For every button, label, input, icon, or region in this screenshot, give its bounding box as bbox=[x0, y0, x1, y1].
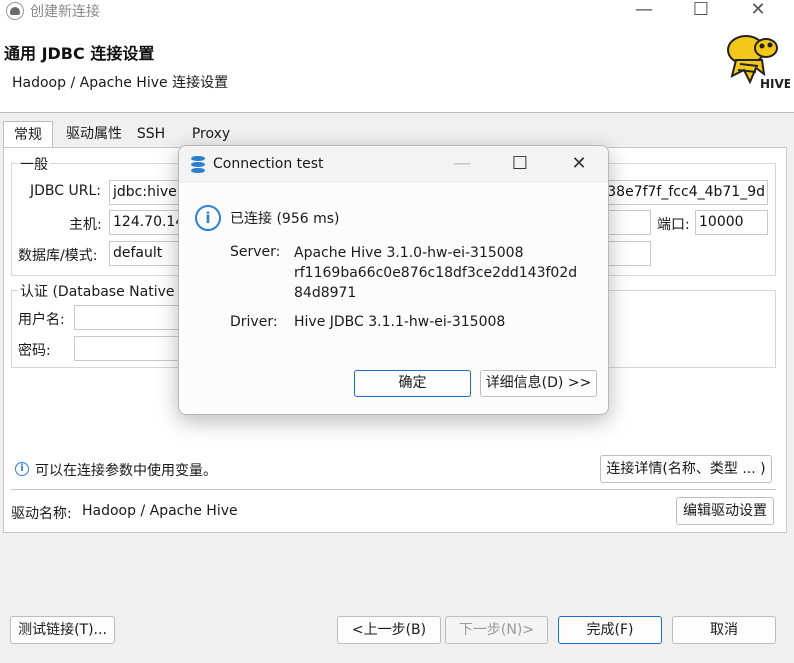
password-label: 密码: bbox=[18, 343, 51, 359]
driver-label: Driver: bbox=[230, 314, 278, 330]
jdbc-url-value: jdbc:hive bbox=[113, 184, 177, 200]
jdbc-url-tail: 38e7f7f_fcc4_4b71_9d bbox=[607, 184, 765, 200]
finish-button[interactable]: 完成(F) bbox=[558, 616, 662, 644]
host-label: 主机: bbox=[69, 217, 102, 233]
dialog-title: Connection test bbox=[213, 156, 324, 172]
driver-name-value: Hadoop / Apache Hive bbox=[82, 503, 238, 519]
ok-button[interactable]: 确定 bbox=[354, 370, 471, 397]
divider bbox=[11, 489, 776, 490]
edit-driver-button[interactable]: 编辑驱动设置 bbox=[676, 497, 774, 525]
info-icon: i bbox=[15, 462, 29, 476]
connection-status: 已连接 (956 ms) bbox=[230, 211, 340, 227]
prev-button[interactable]: <上一步(B) bbox=[337, 616, 441, 644]
connection-details-button[interactable]: 连接详情(名称、类型 ... ) bbox=[600, 455, 772, 483]
status-info-icon: i bbox=[195, 205, 221, 231]
maximize-button[interactable]: ☐ bbox=[689, 0, 713, 20]
hive-logo: HIVE bbox=[727, 35, 790, 91]
server-value: Apache Hive 3.1.0-hw-ei-315008 rf1169ba6… bbox=[294, 243, 577, 303]
wizard-header bbox=[0, 22, 794, 113]
tab-driver-properties[interactable]: 驱动属性 bbox=[58, 121, 130, 147]
dialog-close-button[interactable]: ✕ bbox=[568, 154, 590, 174]
username-label: 用户名: bbox=[18, 312, 65, 328]
auth-legend: 认证 (Database Native bbox=[18, 281, 177, 301]
dialog-maximize-button[interactable]: ☐ bbox=[509, 154, 531, 174]
page-subtitle: Hadoop / Apache Hive 连接设置 bbox=[12, 75, 229, 91]
window-title: 创建新连接 bbox=[30, 4, 100, 20]
port-input[interactable]: 10000 bbox=[695, 210, 768, 235]
tab-proxy[interactable]: Proxy bbox=[184, 121, 238, 147]
tab-general[interactable]: 常规 bbox=[3, 121, 53, 148]
server-line: 84d8971 bbox=[294, 285, 357, 301]
close-button[interactable]: ✕ bbox=[746, 0, 770, 20]
server-line: Apache Hive 3.1.0-hw-ei-315008 bbox=[294, 245, 524, 261]
jdbc-url-label: JDBC URL: bbox=[30, 183, 101, 199]
database-icon bbox=[191, 156, 205, 173]
server-line: rf1169ba66c0e876c18df3ce2dd143f02d bbox=[294, 265, 578, 281]
window-titlebar bbox=[0, 0, 794, 22]
driver-name-label: 驱动名称: bbox=[11, 506, 72, 522]
port-label: 端口: bbox=[657, 217, 690, 233]
tab-ssh[interactable]: SSH bbox=[131, 121, 171, 147]
minimize-button[interactable]: — bbox=[632, 0, 656, 20]
dialog-minimize-button[interactable]: — bbox=[451, 154, 473, 174]
cancel-button[interactable]: 取消 bbox=[672, 616, 776, 644]
hive-logo-text: HIVE bbox=[760, 77, 790, 91]
database-label: 数据库/模式: bbox=[18, 248, 98, 264]
test-connection-button[interactable]: 测试链接(T)... bbox=[10, 616, 115, 644]
app-icon bbox=[6, 2, 24, 20]
connection-test-dialog: Connection test — ☐ ✕ i 已连接 (956 ms) Ser… bbox=[178, 145, 609, 415]
variables-hint: 可以在连接参数中使用变量。 bbox=[35, 463, 217, 479]
general-legend: 一般 bbox=[18, 154, 50, 174]
details-button[interactable]: 详细信息(D) >> bbox=[480, 370, 597, 397]
server-label: Server: bbox=[230, 244, 281, 260]
next-button[interactable]: 下一步(N)> bbox=[445, 616, 548, 644]
page-title: 通用 JDBC 连接设置 bbox=[4, 44, 155, 63]
driver-value: Hive JDBC 3.1.1-hw-ei-315008 bbox=[294, 314, 506, 330]
